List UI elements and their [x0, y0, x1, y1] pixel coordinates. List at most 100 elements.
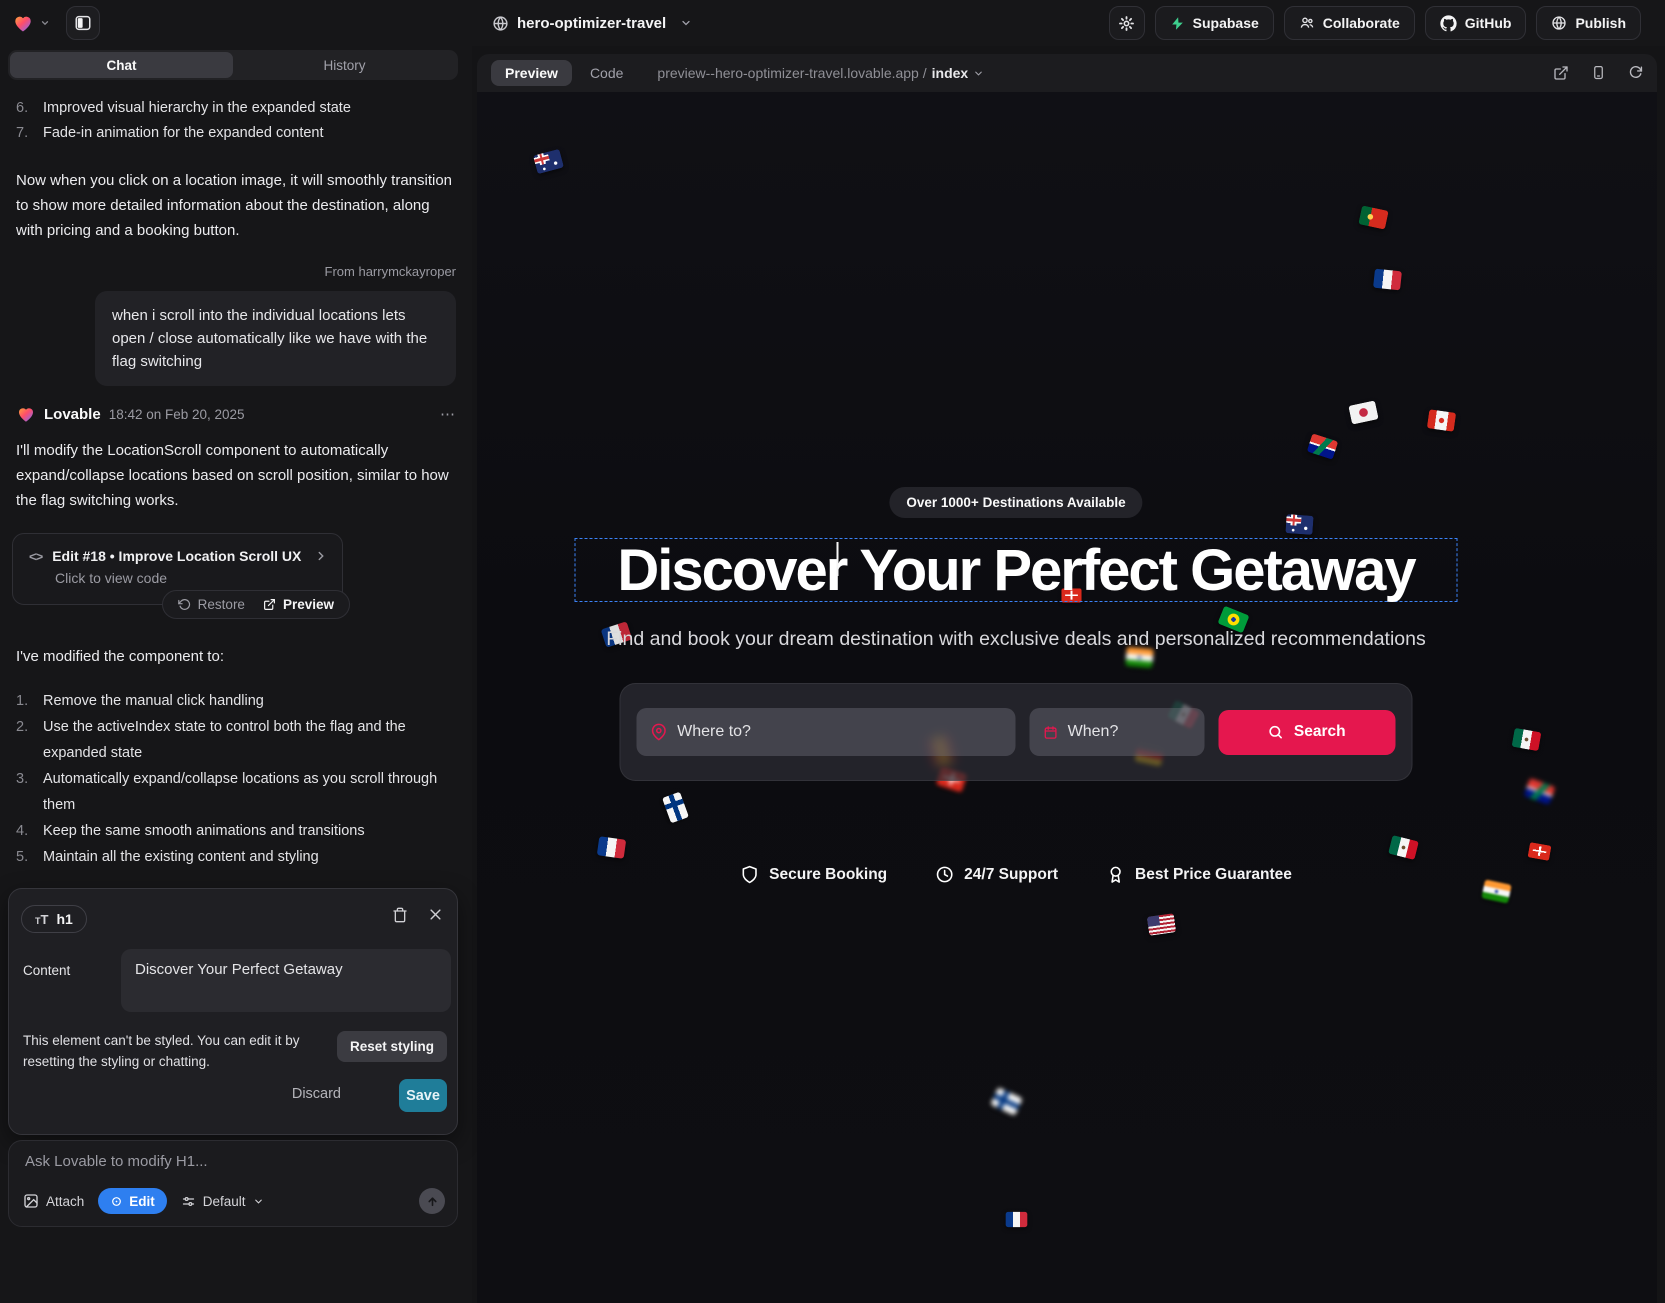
- flag-france: [1373, 269, 1402, 291]
- trash-icon: [392, 907, 408, 923]
- close-editor-button[interactable]: [428, 907, 443, 923]
- chevron-down-icon: [253, 1196, 264, 1207]
- element-editor-panel: TT h1 Content Discover Your Perfect Geta…: [8, 888, 458, 1135]
- shield-icon: [740, 865, 759, 884]
- refresh-icon: [1628, 65, 1643, 80]
- when-field[interactable]: [1029, 708, 1204, 756]
- project-globe-icon: [492, 15, 509, 32]
- content-textarea[interactable]: Discover Your Perfect Getaway: [121, 949, 451, 1012]
- preview-button[interactable]: Preview: [254, 597, 343, 612]
- top-bar: hero-optimizer-travel Supabase Collabora…: [0, 0, 1665, 46]
- lovable-logo-heart-icon[interactable]: [12, 12, 34, 34]
- user-message-bubble: when i scroll into the individual locati…: [95, 291, 456, 386]
- supabase-bolt-icon: [1170, 16, 1185, 31]
- lovable-avatar-heart-icon: [16, 404, 36, 424]
- project-name: hero-optimizer-travel: [517, 15, 666, 32]
- arrow-up-icon: [426, 1195, 439, 1208]
- search-card: Search: [620, 683, 1413, 781]
- publish-globe-icon: [1551, 15, 1567, 31]
- send-button[interactable]: [419, 1188, 445, 1214]
- github-button[interactable]: GitHub: [1425, 6, 1527, 40]
- reset-styling-button[interactable]: Reset styling: [337, 1031, 447, 1062]
- save-button[interactable]: Save: [399, 1079, 447, 1112]
- mobile-view-button[interactable]: [1591, 65, 1606, 81]
- default-mode-dropdown[interactable]: Default: [181, 1194, 264, 1209]
- when-input[interactable]: [1068, 723, 1190, 741]
- project-chevron-down-icon: [680, 17, 692, 29]
- flag-south-africa: [1307, 433, 1339, 459]
- chevron-down-icon: [973, 68, 984, 79]
- discard-button[interactable]: Discard: [292, 1086, 341, 1102]
- chat-input-box: Attach Edit Default: [8, 1140, 458, 1227]
- where-to-field[interactable]: [637, 708, 1016, 756]
- message-more-icon[interactable]: ⋯: [440, 405, 456, 423]
- close-icon: [428, 907, 443, 922]
- flag-finland: [990, 1087, 1023, 1116]
- list-item: 1.Remove the manual click handling: [16, 688, 456, 714]
- flag-switzerland: [1528, 842, 1552, 861]
- flag-finland: [662, 792, 689, 824]
- attach-button[interactable]: Attach: [23, 1193, 84, 1209]
- flag-portugal: [1358, 205, 1388, 229]
- feature-best-price: Best Price Guarantee: [1106, 865, 1292, 884]
- flag-japan: [1348, 400, 1378, 424]
- restore-icon: [178, 598, 191, 611]
- flag-france: [597, 836, 626, 859]
- project-switcher[interactable]: hero-optimizer-travel: [492, 0, 692, 46]
- phone-icon: [1591, 65, 1606, 80]
- github-icon: [1440, 15, 1457, 32]
- publish-button[interactable]: Publish: [1536, 6, 1641, 40]
- logo-chevron-down-icon[interactable]: [40, 18, 50, 28]
- where-to-input[interactable]: [677, 723, 1001, 741]
- edit-card-subtitle: Click to view code: [13, 564, 342, 586]
- people-icon: [1299, 15, 1315, 31]
- assistant-paragraph: Now when you click on a location image, …: [16, 168, 456, 243]
- editor-note: This element can't be styled. You can ed…: [23, 1030, 323, 1072]
- award-icon: [1106, 865, 1125, 884]
- flag-india: [1481, 879, 1511, 903]
- list-item: 4.Keep the same smooth animations and tr…: [16, 818, 456, 844]
- edit-mode-button[interactable]: Edit: [98, 1188, 167, 1214]
- open-in-new-tab-button[interactable]: [1553, 65, 1569, 81]
- hero-heading: Discover Your Perfect Getaway: [617, 537, 1414, 604]
- clock-icon: [935, 865, 954, 884]
- search-button[interactable]: Search: [1218, 710, 1395, 755]
- tab-code[interactable]: Code: [590, 65, 623, 81]
- preview-url[interactable]: preview--hero-optimizer-travel.lovable.a…: [657, 65, 984, 81]
- edit-card-title: Edit #18 • Improve Location Scroll UX: [52, 548, 301, 564]
- tab-preview[interactable]: Preview: [491, 60, 572, 86]
- flag-mexico: [1388, 835, 1419, 860]
- refresh-button[interactable]: [1628, 65, 1643, 81]
- flag-new-zealand: [1285, 514, 1313, 535]
- list-item: 3.Automatically expand/collapse location…: [16, 766, 456, 818]
- delete-element-button[interactable]: [392, 907, 408, 923]
- flag-france: [1006, 1212, 1028, 1227]
- chat-input[interactable]: [25, 1153, 435, 1170]
- text-size-icon: TT: [35, 912, 48, 927]
- hero-subtitle: Find and book your dream destination wit…: [606, 628, 1425, 651]
- external-link-icon: [1553, 65, 1569, 81]
- h1-selection-outline[interactable]: Discover Your Perfect Getaway: [575, 538, 1458, 602]
- code-icon: <>: [29, 549, 42, 564]
- destinations-badge: Over 1000+ Destinations Available: [889, 487, 1142, 518]
- sidebar-toggle-button[interactable]: [66, 6, 100, 40]
- settings-button[interactable]: [1109, 6, 1145, 40]
- assistant-name: Lovable: [44, 406, 101, 423]
- flag-usa: [1147, 913, 1176, 936]
- text-caret: [837, 542, 839, 576]
- flag-australia: [533, 149, 564, 174]
- preview-panel: Preview Code preview--hero-optimizer-tra…: [477, 54, 1657, 1303]
- tab-chat[interactable]: Chat: [10, 52, 233, 78]
- target-icon: [110, 1195, 123, 1208]
- tab-history[interactable]: History: [233, 52, 456, 78]
- edit-version-card[interactable]: <> Edit #18 • Improve Location Scroll UX…: [12, 533, 343, 605]
- restore-preview-pill: Restore Preview: [162, 590, 350, 619]
- assistant-paragraph: I'll modify the LocationScroll component…: [16, 438, 456, 513]
- element-tag-chip[interactable]: TT h1: [21, 905, 87, 933]
- feature-secure-booking: Secure Booking: [740, 865, 887, 884]
- chevron-right-icon: [314, 549, 328, 563]
- restore-button[interactable]: Restore: [169, 597, 254, 612]
- supabase-button[interactable]: Supabase: [1155, 6, 1274, 40]
- flag-south-africa: [1524, 778, 1556, 805]
- collaborate-button[interactable]: Collaborate: [1284, 6, 1415, 40]
